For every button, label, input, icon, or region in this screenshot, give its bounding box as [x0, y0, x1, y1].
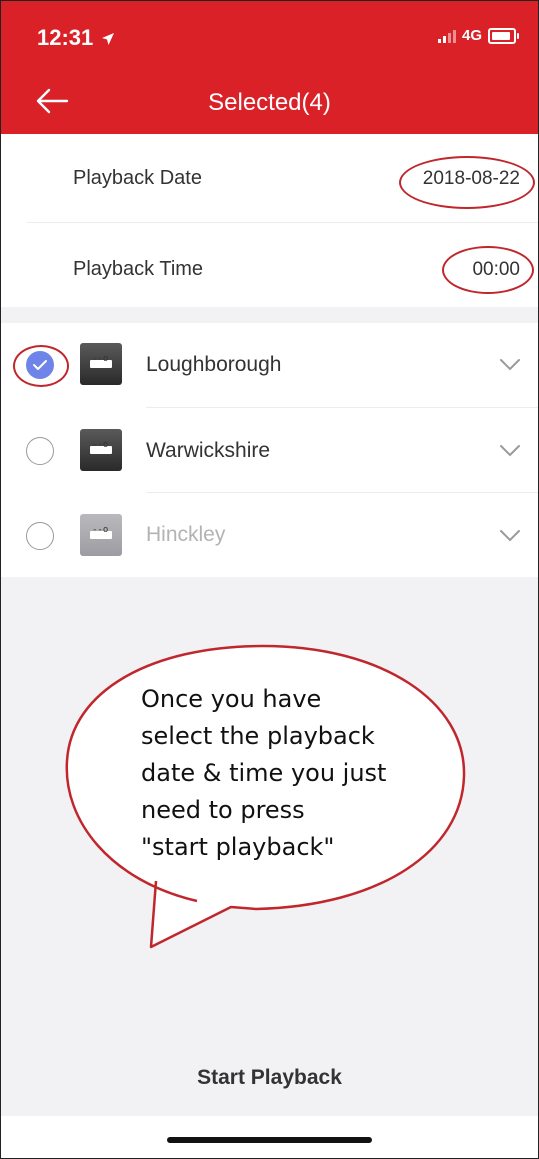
app-screen: 12:31 4G Selected(4) Playback Date 2018-…: [0, 0, 539, 1159]
callout-line: "start playback": [141, 833, 335, 861]
callout-text: Once you have select the playback date &…: [141, 681, 461, 866]
callout-line: date & time you just: [141, 759, 387, 787]
home-indicator[interactable]: [167, 1137, 372, 1143]
callout-line: need to press: [141, 796, 305, 824]
speech-bubble: [65, 644, 466, 949]
start-playback-button[interactable]: Start Playback: [1, 1066, 538, 1090]
callout-line: select the playback: [141, 722, 375, 750]
callout-line: Once you have: [141, 685, 322, 713]
